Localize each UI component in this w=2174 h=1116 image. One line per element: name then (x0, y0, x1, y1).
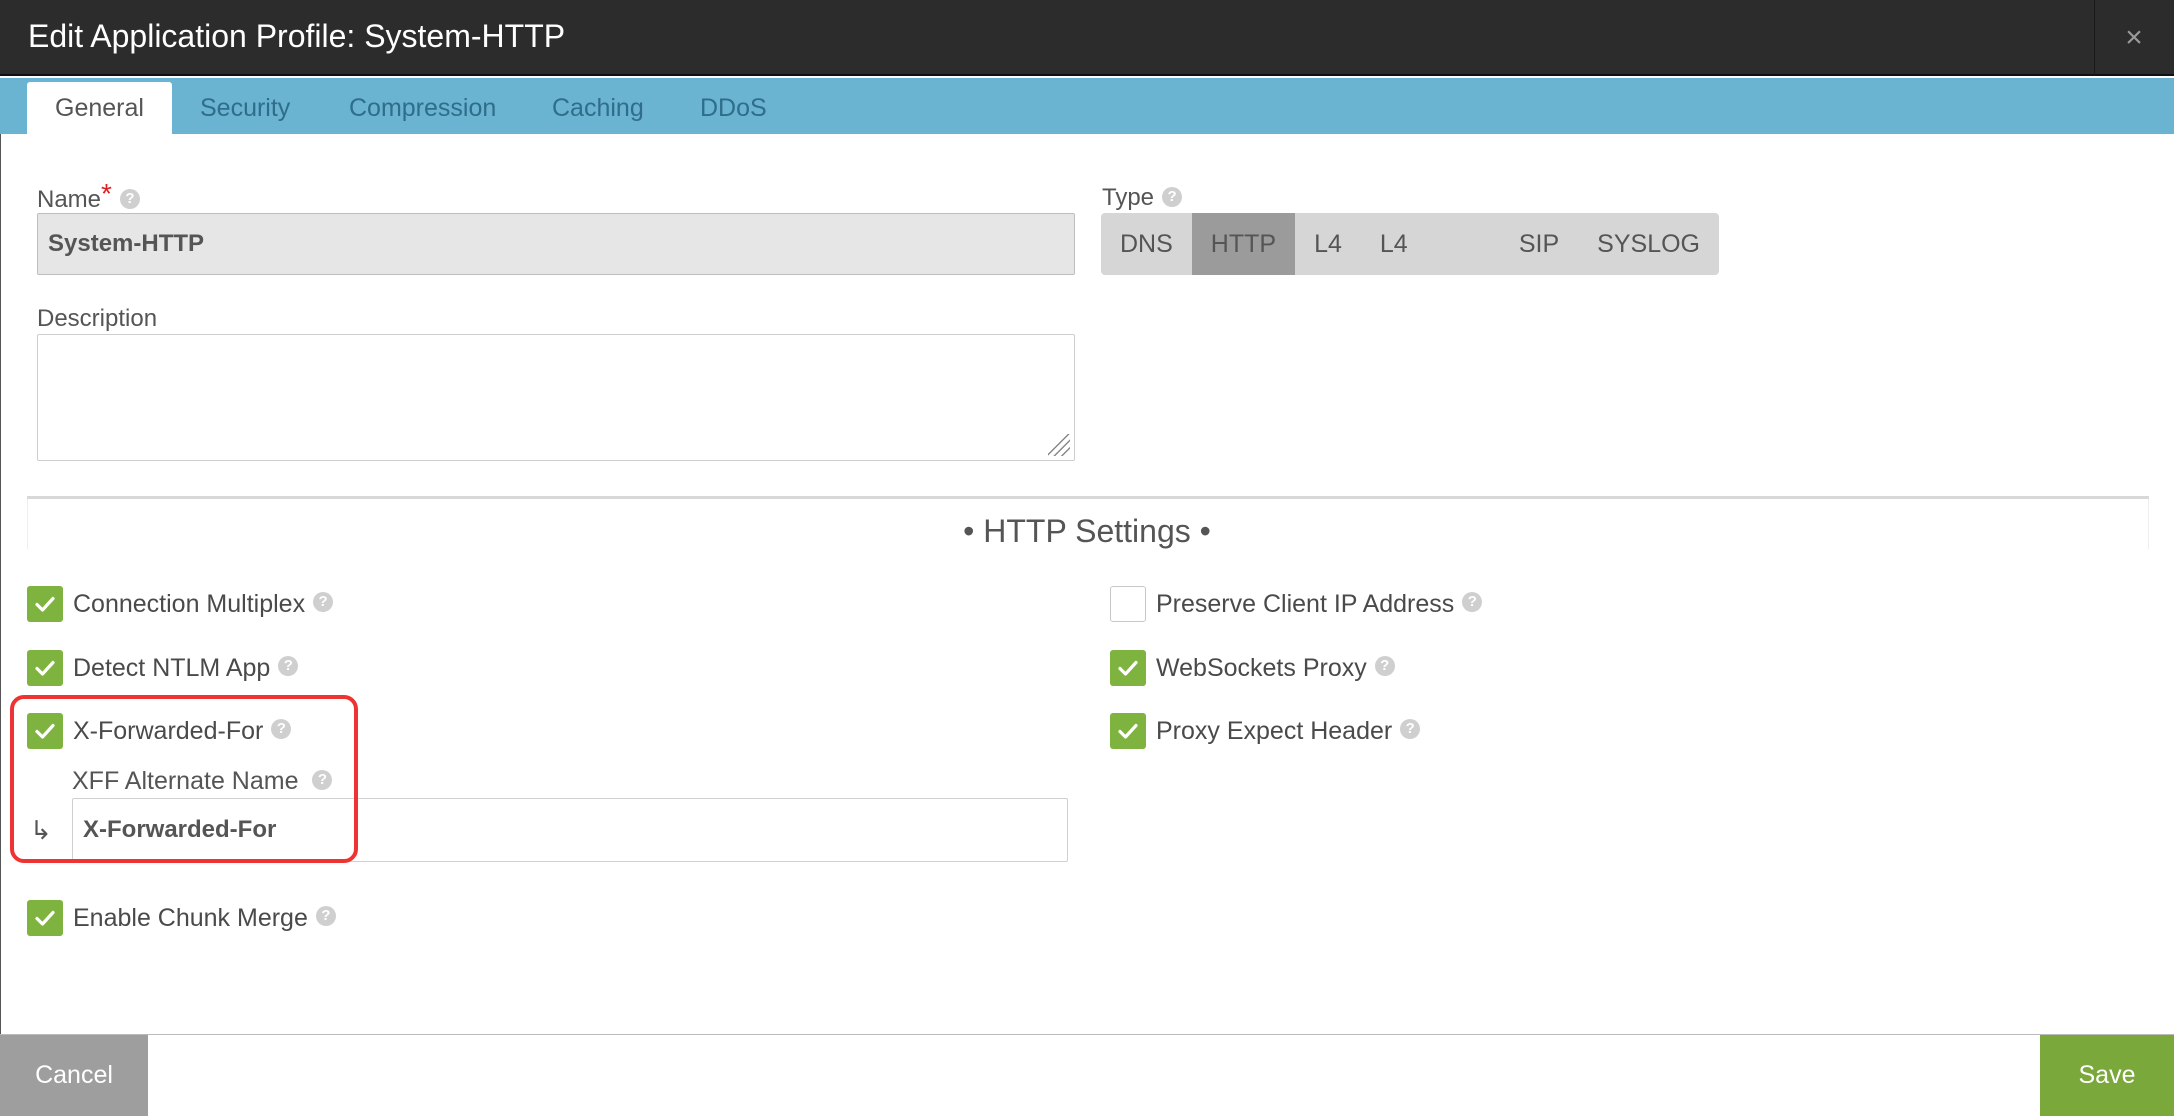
tab-caching[interactable]: Caching (524, 82, 672, 134)
resize-grip-icon[interactable] (1048, 434, 1070, 456)
check-icon (35, 660, 55, 676)
type-option-http[interactable]: HTTP (1191, 213, 1296, 275)
check-icon (1118, 723, 1138, 739)
proxy-expect-header-option[interactable]: Proxy Expect Header ? (1110, 712, 1421, 750)
close-icon[interactable]: × (2104, 16, 2164, 60)
x-forwarded-for-label: X-Forwarded-For (73, 716, 264, 745)
description-label: Description (37, 305, 158, 332)
tab-general[interactable]: General (27, 82, 172, 134)
preserve-client-ip-checkbox[interactable] (1110, 586, 1146, 622)
detect-ntlm-app-checkbox[interactable] (27, 650, 63, 686)
help-icon[interactable]: ? (278, 656, 299, 676)
connection-multiplex-option[interactable]: Connection Multiplex ? (27, 585, 334, 623)
detect-ntlm-app-label: Detect NTLM App (73, 653, 271, 682)
help-icon[interactable]: ? (315, 906, 336, 926)
sub-option-arrow-icon: ↳ (30, 815, 52, 845)
xff-alternate-name-input[interactable]: X-Forwarded-For (72, 798, 1068, 862)
help-icon[interactable]: ? (271, 719, 292, 739)
type-option-syslog[interactable]: SYSLOG (1578, 213, 1719, 275)
x-forwarded-for-checkbox[interactable] (27, 713, 63, 749)
help-icon[interactable]: ? (1400, 719, 1421, 739)
edit-application-profile-modal: Edit Application Profile: System-HTTP × … (0, 0, 2174, 1116)
name-input[interactable]: System-HTTP (37, 213, 1075, 275)
help-icon[interactable]: ? (312, 770, 333, 791)
type-label: Type (1102, 184, 1155, 211)
connection-multiplex-checkbox[interactable] (27, 586, 63, 622)
name-label-group: Name*? (37, 179, 140, 215)
websockets-proxy-option[interactable]: WebSockets Proxy ? (1110, 649, 1395, 687)
check-icon (1118, 660, 1138, 676)
detect-ntlm-app-option[interactable]: Detect NTLM App ? (27, 649, 299, 687)
xff-alternate-name-label: XFF Alternate Name (72, 767, 299, 795)
preserve-client-ip-option[interactable]: Preserve Client IP Address ? (1110, 585, 1483, 623)
connection-multiplex-label: Connection Multiplex (73, 589, 306, 618)
type-option-sip[interactable]: SIP (1500, 213, 1578, 275)
type-selector: DNS HTTP L4 L4 SSL/TLS SIP SYSLOG (1101, 213, 1719, 275)
required-marker: * (101, 178, 112, 209)
tab-security[interactable]: Security (172, 82, 318, 134)
header-divider (2094, 0, 2095, 76)
modal-header: Edit Application Profile: System-HTTP × (0, 0, 2174, 76)
enable-chunk-merge-checkbox[interactable] (27, 900, 63, 936)
http-settings-title: • HTTP Settings • (963, 513, 1211, 549)
check-icon (35, 723, 55, 739)
name-label: Name (37, 186, 102, 213)
check-icon (35, 596, 55, 612)
xff-alternate-name-label-group: XFF Alternate Name? (72, 767, 333, 796)
enable-chunk-merge-option[interactable]: Enable Chunk Merge ? (27, 899, 336, 937)
help-icon[interactable]: ? (119, 188, 140, 209)
tab-bar: General Security Compression Caching DDo… (0, 78, 2174, 134)
modal-left-border (0, 134, 1, 1034)
x-forwarded-for-option[interactable]: X-Forwarded-For ? (27, 712, 292, 750)
description-textarea[interactable] (37, 334, 1075, 461)
type-option-l4[interactable]: L4 (1295, 213, 1361, 275)
preserve-client-ip-label: Preserve Client IP Address (1156, 589, 1455, 618)
type-label-group: Type? (1102, 183, 1183, 213)
type-option-dns[interactable]: DNS (1101, 213, 1192, 275)
tab-ddos[interactable]: DDoS (672, 82, 795, 134)
proxy-expect-header-checkbox[interactable] (1110, 713, 1146, 749)
help-icon[interactable]: ? (313, 592, 334, 612)
modal-title: Edit Application Profile: System-HTTP (28, 18, 566, 54)
cancel-button[interactable]: Cancel (0, 1035, 148, 1116)
help-icon[interactable]: ? (1374, 656, 1395, 676)
enable-chunk-merge-label: Enable Chunk Merge (73, 903, 308, 932)
tab-compression[interactable]: Compression (321, 82, 524, 134)
websockets-proxy-label: WebSockets Proxy (1156, 653, 1367, 682)
check-icon (35, 910, 55, 926)
proxy-expect-header-label: Proxy Expect Header (1156, 716, 1393, 745)
save-button[interactable]: Save (2040, 1035, 2174, 1116)
websockets-proxy-checkbox[interactable] (1110, 650, 1146, 686)
help-icon[interactable]: ? (1462, 592, 1483, 612)
type-option-l4-ssl-tls[interactable]: L4 SSL/TLS (1361, 213, 1500, 275)
modal-footer (0, 1034, 2174, 1116)
help-icon[interactable]: ? (1162, 186, 1183, 207)
